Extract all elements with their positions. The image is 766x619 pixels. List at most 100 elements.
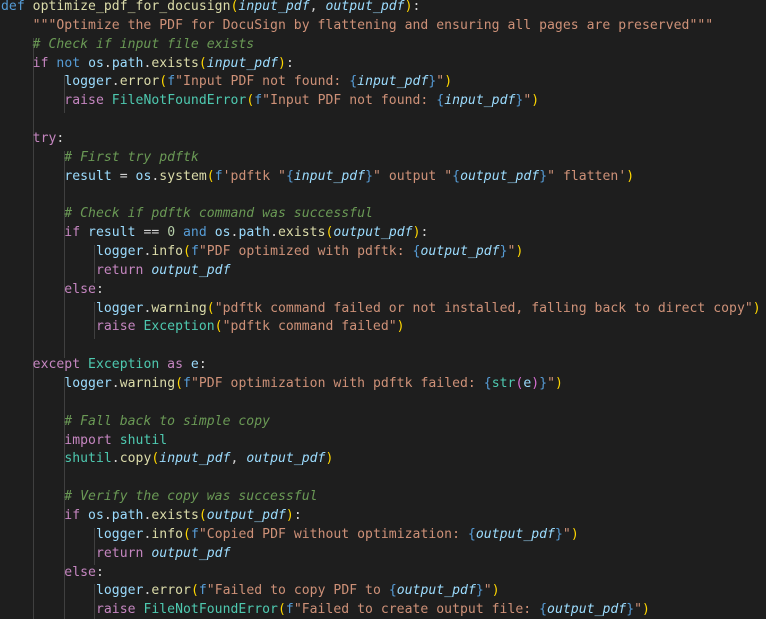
code-token: shutil [119, 432, 168, 448]
code-line[interactable]: raise Exception("pdftk command failed") [1, 317, 405, 336]
code-token: " [483, 583, 492, 599]
code-token: if [1, 225, 89, 241]
code-token: , [309, 0, 326, 14]
code-token: except [1, 357, 89, 373]
code-token: ( [190, 583, 199, 599]
code-token: { [285, 168, 294, 184]
code-token: : [198, 357, 207, 373]
code-token: { [436, 93, 445, 109]
code-line[interactable]: shutil.copy(input_pdf, output_pdf) [1, 449, 333, 468]
code-token: } [539, 376, 548, 391]
code-token: ( [198, 507, 207, 523]
code-line[interactable]: raise FileNotFoundError(f"Failed to crea… [1, 600, 650, 619]
code-line[interactable]: raise FileNotFoundError(f"Input PDF not … [1, 91, 539, 110]
code-line[interactable]: if not os.path.exists(input_pdf): [1, 54, 294, 73]
code-token: if [1, 55, 57, 71]
code-token: os [135, 168, 152, 184]
code-token: os [88, 507, 104, 523]
code-token: . [111, 451, 120, 467]
code-line[interactable]: import shutil [1, 431, 167, 450]
code-token: ) [531, 376, 540, 391]
code-token: input_pdf [444, 93, 516, 109]
code-line[interactable]: logger.info(f"PDF optimized with pdftk: … [1, 242, 523, 261]
code-token: optimize_pdf_for_docusign [32, 0, 231, 14]
code-token: os [88, 55, 104, 71]
code-token: e [190, 357, 199, 373]
code-line[interactable]: def optimize_pdf_for_docusign(input_pdf,… [1, 0, 420, 16]
code-line[interactable]: logger.info(f"Copied PDF without optimiz… [1, 525, 579, 544]
code-token: { [349, 74, 358, 90]
code-token: path [111, 55, 144, 71]
code-token: # Check if pdftk command was successful [1, 206, 373, 222]
code-token: ) [396, 319, 405, 335]
code-token: { [539, 602, 548, 618]
code-token: ( [206, 300, 215, 316]
code-line[interactable]: else: [1, 280, 104, 299]
code-token: "PDF optimization with pdftk failed: [190, 376, 484, 391]
code-token: " [562, 526, 571, 542]
code-token: output_pdf [246, 451, 326, 467]
code-line[interactable]: logger.error(f"Failed to copy PDF to {ou… [1, 581, 500, 600]
code-token: : [285, 55, 294, 71]
code-token: output_pdf [460, 168, 540, 184]
code-line[interactable]: try: [1, 129, 65, 148]
code-token: FileNotFoundError [143, 602, 278, 618]
code-line[interactable]: # Verify the copy was successful [1, 487, 318, 506]
code-token: : [412, 0, 421, 14]
code-token: . [270, 225, 279, 241]
code-line[interactable]: """Optimize the PDF for DocuSign by flat… [1, 16, 714, 35]
code-token: logger [95, 526, 144, 542]
code-line[interactable]: # Check if input file exists [1, 35, 255, 54]
code-token: logger [64, 74, 112, 90]
code-token: ) [642, 602, 650, 618]
code-token: f [285, 602, 294, 618]
code-line[interactable]: return output_pdf [1, 544, 231, 563]
code-line[interactable]: # Check if pdftk command was successful [1, 204, 373, 223]
code-token: error [151, 583, 191, 599]
code-token: else [1, 281, 96, 297]
code-token: warning [151, 300, 207, 316]
code-token: f [190, 244, 199, 260]
code-editor[interactable]: def optimize_pdf_for_docusign(input_pdf,… [0, 0, 766, 619]
code-line[interactable]: logger.warning(f"PDF optimization with p… [1, 374, 563, 393]
code-token: # First try pdftk [1, 149, 199, 165]
code-token: . [111, 74, 120, 90]
code-token: output_pdf [547, 602, 627, 618]
code-token: { [467, 526, 476, 542]
code-line[interactable]: logger.warning("pdftk command failed or … [1, 299, 761, 318]
code-token: str [491, 376, 516, 391]
code-token: logger [95, 300, 144, 316]
code-line[interactable]: logger.error(f"Input PDF not found: {inp… [1, 72, 452, 91]
code-line[interactable]: return output_pdf [1, 261, 231, 280]
code-token: exists [151, 55, 199, 71]
code-token: output_pdf [475, 526, 555, 542]
code-token: "pdftk command failed or not installed, … [214, 300, 753, 316]
code-token: output_pdf [333, 225, 413, 241]
code-line[interactable]: except Exception as e: [1, 355, 207, 374]
code-token: } [626, 602, 635, 618]
code-token: raise [1, 93, 112, 109]
code-line[interactable]: # First try pdftk [1, 148, 199, 167]
code-token: f [198, 583, 207, 599]
code-line[interactable]: # Fall back to simple copy [1, 412, 270, 431]
code-token: "pdftk command failed" [222, 319, 397, 335]
code-line[interactable]: else: [1, 563, 104, 582]
code-token: path [238, 225, 271, 241]
code-line[interactable]: if result == 0 and os.path.exists(output… [1, 223, 428, 242]
code-token: raise [1, 602, 144, 618]
code-token: copy [119, 451, 152, 467]
code-token: else [1, 564, 96, 580]
code-line[interactable]: result = os.system(f'pdftk "{input_pdf}"… [1, 167, 634, 186]
code-line[interactable]: if os.path.exists(output_pdf): [1, 506, 302, 525]
code-token: output_pdf [206, 507, 286, 523]
code-token: ) [570, 526, 579, 542]
code-token: logger [95, 583, 144, 599]
code-token: " [634, 602, 643, 618]
code-token: . [103, 55, 112, 71]
code-token: ) [515, 244, 524, 260]
code-token: f [167, 74, 176, 90]
